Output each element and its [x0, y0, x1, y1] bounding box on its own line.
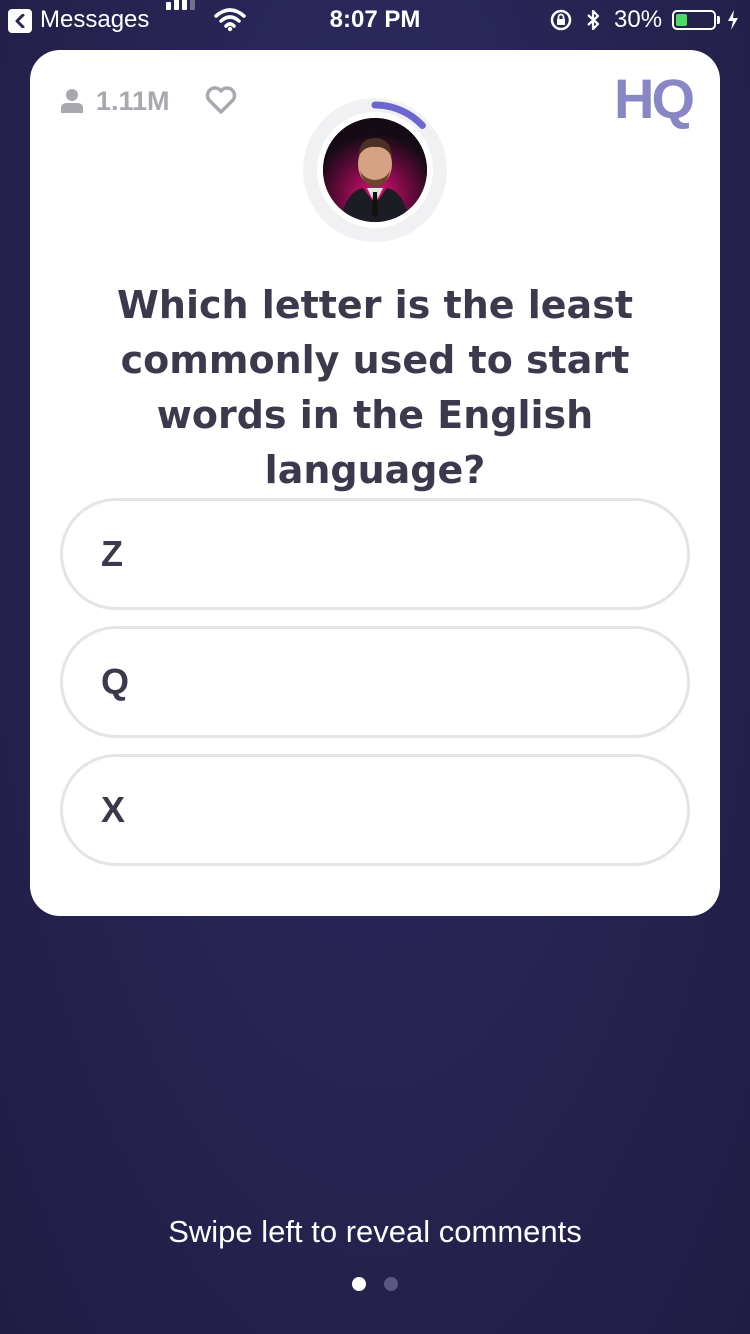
question-card: 1.11M HQ Which letter is the least commo…: [30, 50, 720, 916]
charging-bolt-icon: [728, 10, 738, 30]
status-bar: Messages 8:07 PM 30%: [0, 0, 750, 40]
battery-percent: 30%: [614, 6, 663, 33]
answer-list: Z Q X: [60, 498, 690, 882]
battery-level: [676, 14, 687, 26]
viewer-count: 1.11M: [60, 86, 170, 116]
page-dot-active: [352, 1277, 366, 1291]
heart-icon[interactable]: [205, 86, 237, 114]
rotation-lock-icon: [550, 9, 572, 31]
answer-label: Q: [101, 661, 130, 702]
page-dot: [384, 1277, 398, 1291]
user-icon: [61, 89, 83, 113]
answer-option[interactable]: Q: [60, 626, 690, 738]
bluetooth-icon: [587, 9, 600, 31]
question-text: Which letter is the least commonly used …: [117, 283, 633, 492]
hq-logo: HQ: [614, 67, 695, 130]
battery-tip: [717, 16, 720, 24]
page-indicator[interactable]: [0, 1277, 750, 1291]
battery-icon: [672, 10, 716, 30]
swipe-hint: Swipe left to reveal comments: [168, 1214, 582, 1249]
answer-label: Z: [101, 533, 123, 574]
viewer-count-label: 1.11M: [96, 85, 170, 116]
answer-option[interactable]: Z: [60, 498, 690, 610]
host-avatar: [323, 118, 427, 222]
answer-option[interactable]: X: [60, 754, 690, 866]
answer-label: X: [101, 789, 126, 830]
